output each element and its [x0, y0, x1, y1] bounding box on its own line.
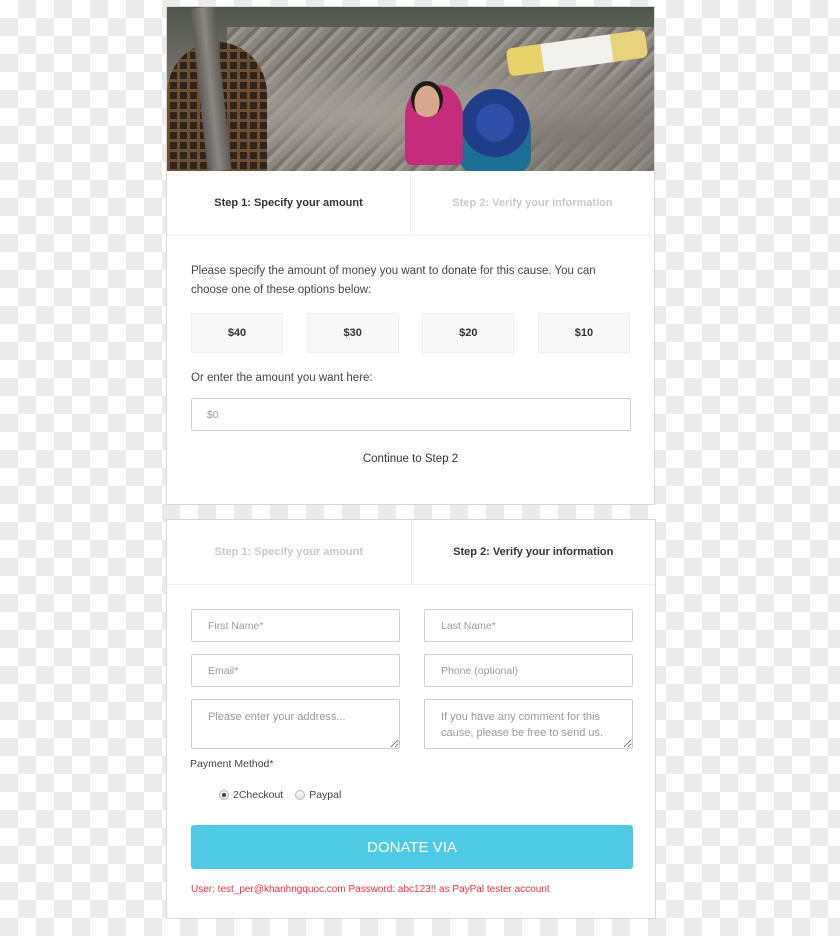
first-name-field[interactable] — [191, 609, 400, 642]
amount-option-10[interactable]: $10 — [537, 313, 630, 353]
tab-step1[interactable]: Step 1: Specify your amount — [167, 171, 410, 235]
radio-2checkout[interactable]: 2Checkout — [219, 789, 283, 801]
step-tabs: Step 1: Specify your amount Step 2: Veri… — [167, 520, 655, 585]
last-name-field[interactable] — [424, 609, 633, 642]
tester-account-note: User: test_per@khanhngquoc.com Password:… — [191, 884, 550, 895]
donation-step1-card: Step 1: Specify your amount Step 2: Veri… — [166, 6, 655, 505]
address-textarea[interactable] — [191, 699, 400, 749]
hero-image — [167, 7, 654, 171]
radio-paypal[interactable]: Paypal — [295, 789, 341, 801]
phone-field[interactable] — [424, 654, 633, 687]
donate-button[interactable]: DONATE VIA — [191, 825, 633, 869]
amount-option-40[interactable]: $40 — [191, 313, 283, 353]
radio-checked-icon[interactable] — [219, 790, 229, 800]
tab-step2[interactable]: Step 2: Verify your information — [410, 520, 656, 584]
payment-method-label: Payment Method* — [190, 758, 274, 770]
child-head — [411, 81, 443, 117]
amount-option-30[interactable]: $30 — [306, 313, 399, 353]
radio-2checkout-label: 2Checkout — [233, 789, 284, 801]
step-tabs: Step 1: Specify your amount Step 2: Veri… — [167, 171, 654, 236]
custom-amount-input[interactable] — [191, 398, 631, 431]
mother-figure — [459, 89, 531, 171]
radio-paypal-label: Paypal — [309, 789, 342, 801]
email-field[interactable] — [191, 654, 400, 687]
radio-unchecked-icon[interactable] — [295, 790, 306, 800]
comment-textarea[interactable] — [424, 699, 633, 749]
amount-options: $40 $30 $20 $10 — [191, 313, 630, 353]
continue-to-step2-link[interactable]: Continue to Step 2 — [191, 453, 630, 465]
tab-step1[interactable]: Step 1: Specify your amount — [167, 520, 411, 584]
payment-method-group: 2Checkout Paypal — [219, 789, 633, 801]
intro-text: Please specify the amount of money you w… — [191, 265, 596, 296]
tab-step2[interactable]: Step 2: Verify your information — [410, 171, 654, 235]
amount-option-20[interactable]: $20 — [422, 313, 515, 353]
donation-step2-card: Step 1: Specify your amount Step 2: Veri… — [166, 519, 656, 919]
custom-amount-label: Or enter the amount you want here: — [191, 372, 373, 384]
